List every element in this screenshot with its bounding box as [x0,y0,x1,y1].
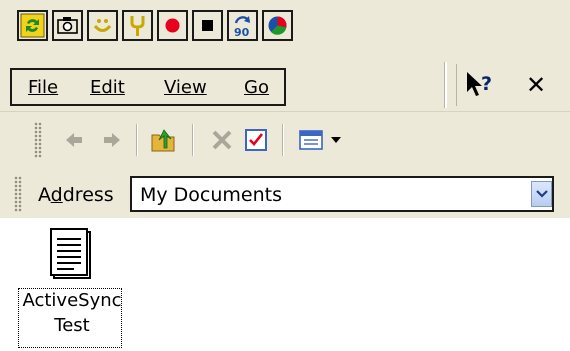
svg-text:90: 90 [234,26,250,38]
address-value: My Documents [140,184,283,206]
delete-icon [212,130,232,150]
record-button[interactable] [157,10,188,41]
address-label-accesskey: d [50,184,63,206]
tools-button[interactable] [122,10,153,41]
address-label-suffix: dress [62,184,114,206]
forward-button[interactable] [96,124,128,156]
properties-icon [245,129,267,151]
menu-view[interactable]: View [164,78,207,98]
rotate-90-button[interactable]: 90 [227,10,258,41]
rotate-90-icon: 90 [234,16,251,38]
chevron-down-icon [535,190,548,198]
camera-icon [57,17,78,34]
whats-this-help-icon: ? [467,72,492,96]
pie-chart-button[interactable] [262,10,293,41]
forward-arrow-icon [104,133,120,147]
view-menu-button[interactable] [296,124,350,156]
view-menu-icon [299,130,341,150]
record-icon [165,18,180,33]
toolbar-separator [282,124,284,156]
tools-icon [130,16,145,36]
file-label-line2: Test [54,315,90,336]
menu-edit[interactable]: Edit [90,78,125,98]
address-label-prefix: A [38,184,51,206]
close-icon: ✕ [525,71,547,99]
menu-bar: File Edit View Go [10,68,286,106]
address-label: Address [38,184,114,206]
toolbar-separator [136,124,138,156]
menu-file-label: File [28,77,59,98]
toolbar-separator [192,124,194,156]
delete-button[interactable] [206,124,238,156]
toolbar-grip[interactable] [34,122,42,158]
stop-button[interactable] [192,10,223,41]
pie-chart-icon [268,16,287,35]
file-label-line1: ActiveSync [22,290,122,311]
up-folder-icon [151,129,175,152]
menu-file[interactable]: File [28,78,58,98]
document-icon [50,228,91,279]
properties-button[interactable] [240,124,272,156]
activesync-button[interactable] [17,10,48,41]
menu-go[interactable]: Go [244,78,269,98]
smiley-icon [93,19,112,32]
menu-edit-label: Edit [90,77,125,98]
address-grip[interactable] [14,176,22,212]
svg-text:?: ? [481,73,492,95]
address-dropdown-button[interactable] [531,181,552,207]
help-button[interactable]: ? [456,64,505,106]
back-arrow-icon [66,133,82,147]
file-label: ActiveSync Test [16,288,128,338]
activesync-icon [20,13,45,38]
address-input[interactable]: My Documents [130,176,554,212]
smiley-button[interactable] [87,10,118,41]
camera-button[interactable] [52,10,83,41]
stop-icon [202,20,213,31]
up-folder-button[interactable] [148,124,180,156]
close-button[interactable]: ✕ [512,64,560,106]
back-button[interactable] [58,124,90,156]
menu-go-label: Go [244,77,269,98]
menu-view-label: View [164,77,207,98]
menu-separator [444,62,447,108]
